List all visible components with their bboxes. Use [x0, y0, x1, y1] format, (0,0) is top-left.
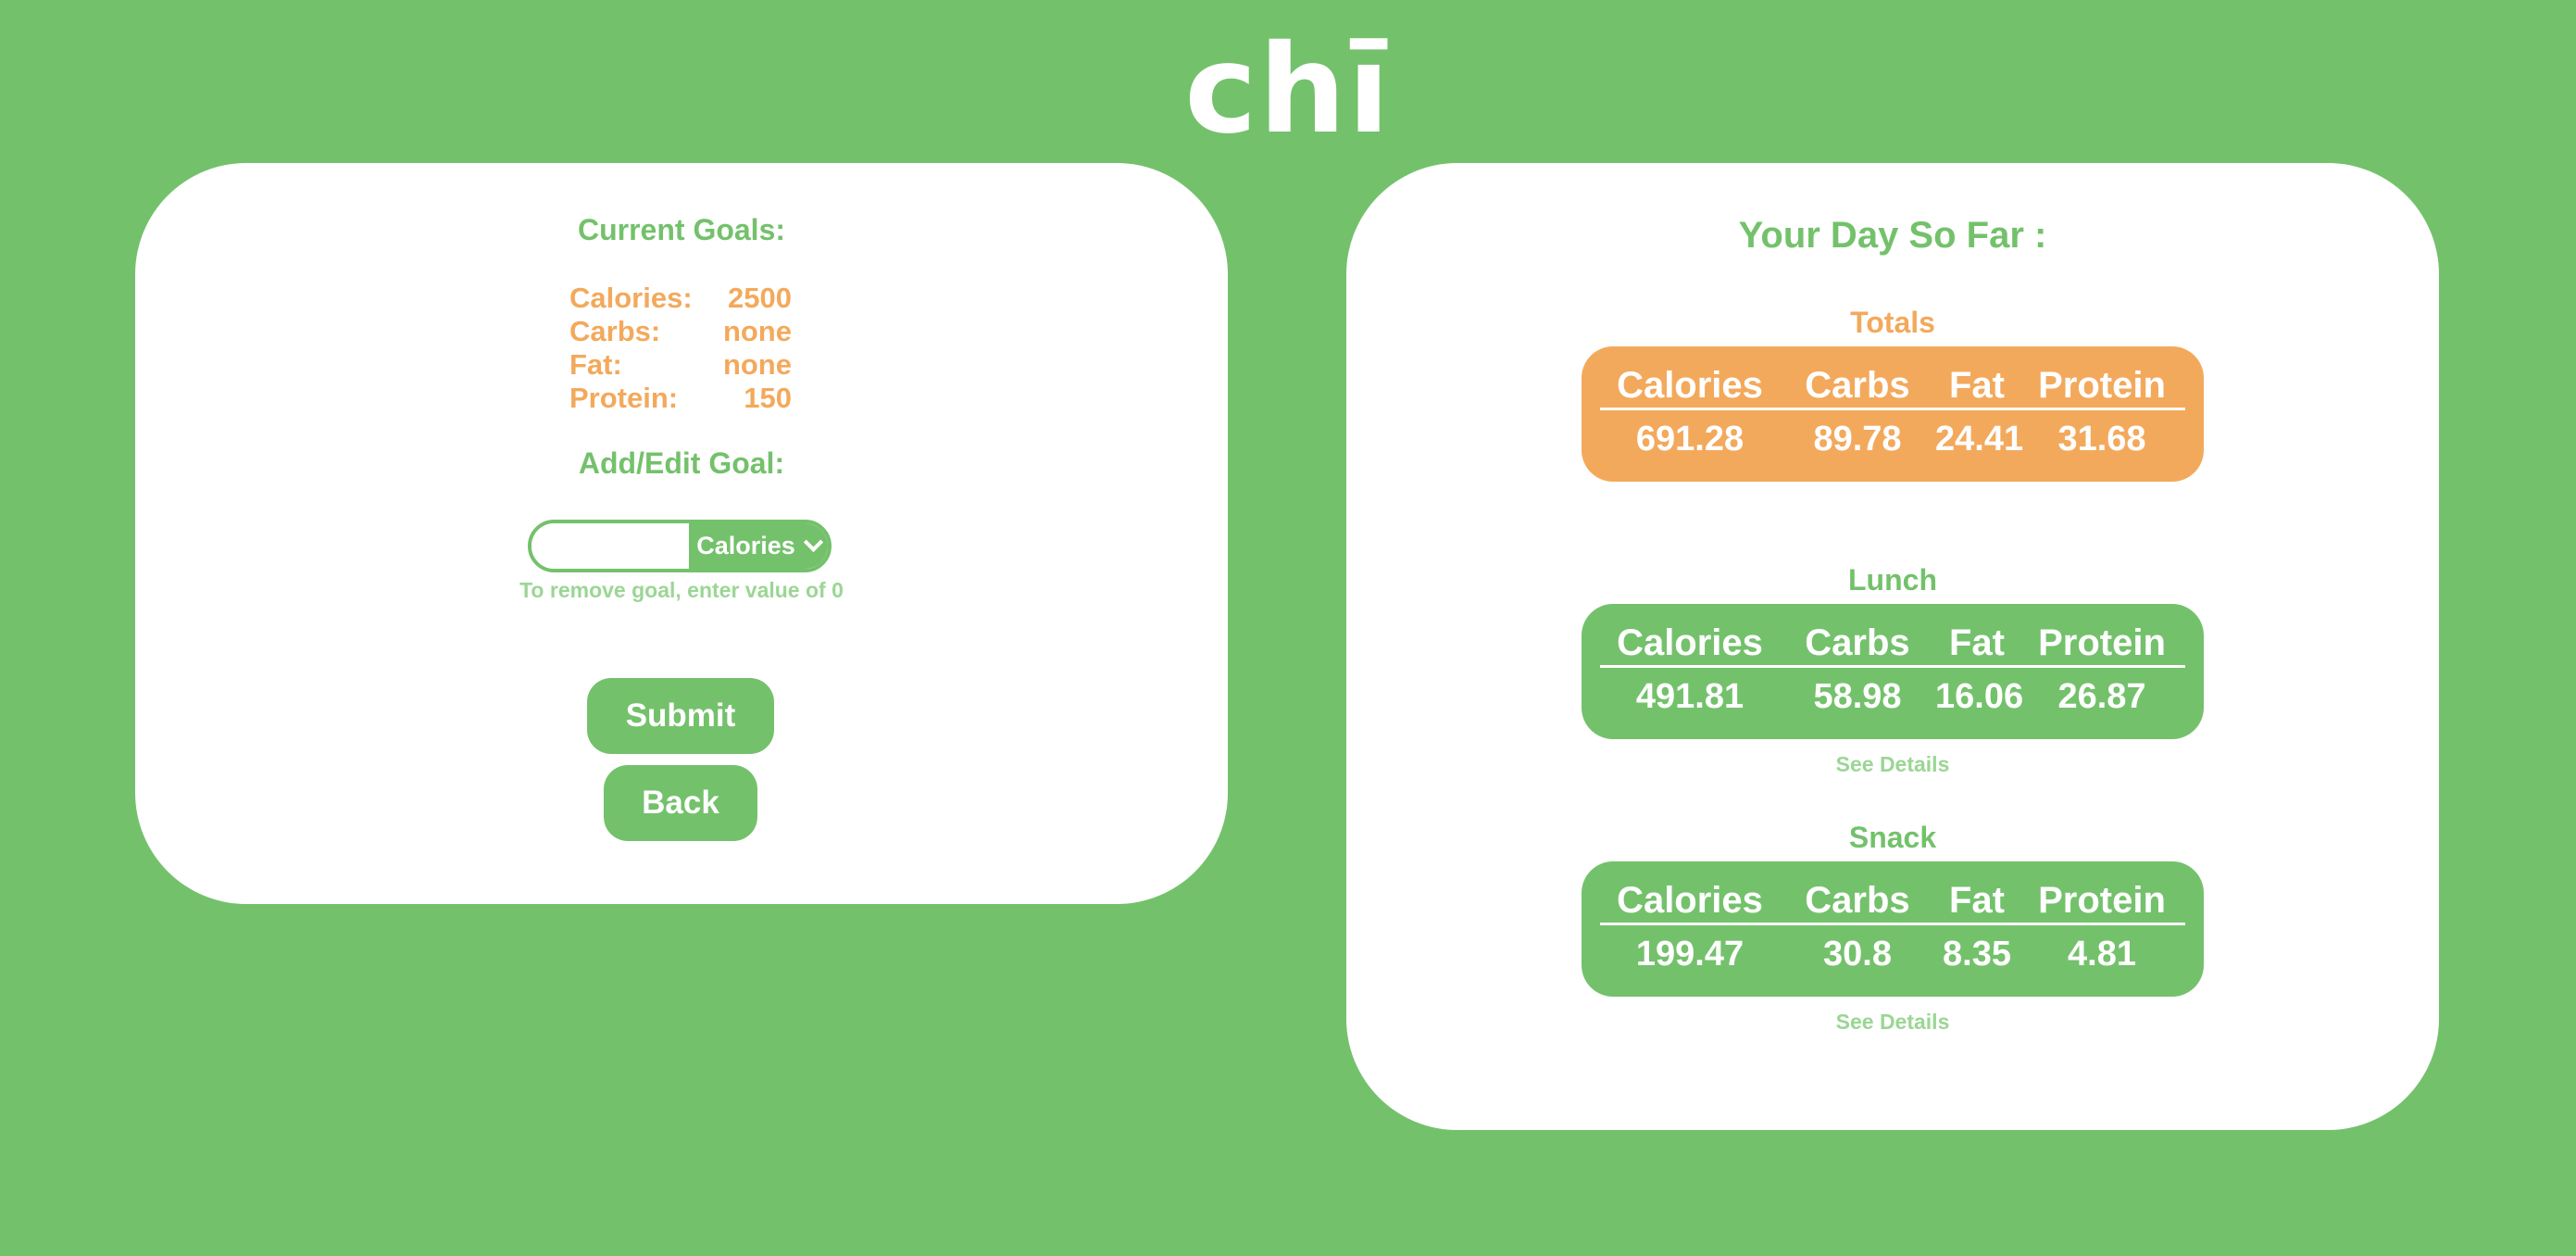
- header-protein: Protein: [2038, 622, 2166, 663]
- goal-label: Carbs:: [569, 315, 661, 347]
- totals-card: Calories Carbs Fat Protein 691.28 89.78 …: [1582, 346, 2204, 482]
- see-details-lunch-link[interactable]: See Details: [1346, 752, 2439, 777]
- goal-label: Calories:: [569, 282, 693, 314]
- goal-value-input[interactable]: [531, 523, 689, 569]
- goal-value: 2500: [728, 282, 792, 314]
- card-values-row: 491.81 58.98 16.06 26.87: [1600, 674, 2185, 719]
- remove-goal-hint: To remove goal, enter value of 0: [519, 578, 844, 602]
- header-protein: Protein: [2038, 880, 2166, 921]
- header-carbs: Carbs: [1805, 622, 1910, 663]
- value-carbs: 58.98: [1813, 677, 1902, 716]
- header-carbs: Carbs: [1805, 365, 1910, 406]
- submit-button[interactable]: Submit: [587, 678, 774, 754]
- goal-value: none: [722, 348, 792, 381]
- value-fat: 16.06: [1935, 677, 2024, 716]
- goal-value: none: [722, 315, 792, 347]
- see-details-snack-link[interactable]: See Details: [1346, 1010, 2439, 1035]
- goal-row-protein: Protein: 150: [569, 382, 792, 415]
- value-calories: 691.28: [1635, 420, 1744, 458]
- header-fat: Fat: [1949, 365, 2005, 406]
- goal-row-calories: Calories: 2500: [569, 282, 792, 315]
- meal-card-lunch: Calories Carbs Fat Protein 491.81 58.98 …: [1582, 604, 2204, 739]
- header-calories: Calories: [1617, 622, 1763, 663]
- value-protein: 31.68: [2057, 420, 2146, 458]
- goals-panel: Current Goals: Calories: 2500 Carbs: non…: [135, 163, 1228, 904]
- header-fat: Fat: [1949, 622, 2005, 663]
- goal-value: 150: [744, 382, 792, 414]
- current-goals-title: Current Goals:: [577, 213, 786, 246]
- chevron-down-icon: [803, 532, 823, 553]
- goal-label: Fat:: [569, 348, 622, 381]
- goal-row-fat: Fat: none: [569, 348, 792, 382]
- card-values-row: 199.47 30.8 8.35 4.81: [1600, 932, 2185, 976]
- value-calories: 491.81: [1635, 677, 1744, 716]
- value-calories: 199.47: [1635, 935, 1744, 973]
- meal-label-snack: Snack: [1848, 821, 1937, 854]
- header-calories: Calories: [1617, 880, 1763, 921]
- app-logo: chī: [1184, 19, 1392, 161]
- meal-card-snack: Calories Carbs Fat Protein 199.47 30.8 8…: [1582, 861, 2204, 997]
- current-goals-list: Calories: 2500 Carbs: none Fat: none Pro…: [569, 282, 792, 415]
- back-button[interactable]: Back: [604, 765, 757, 841]
- value-carbs: 89.78: [1813, 420, 1902, 458]
- goal-type-selected: Calories: [696, 532, 795, 559]
- value-protein: 4.81: [2068, 935, 2136, 973]
- add-edit-goal-title: Add/Edit Goal:: [578, 446, 785, 480]
- value-fat: 8.35: [1943, 935, 2011, 973]
- goal-label: Protein:: [569, 382, 679, 414]
- card-values-row: 691.28 89.78 24.41 31.68: [1600, 417, 2185, 461]
- goal-input-group: Calories: [528, 520, 832, 572]
- meal-label-lunch: Lunch: [1848, 563, 1937, 597]
- header-protein: Protein: [2038, 365, 2166, 406]
- goal-type-select[interactable]: Calories: [689, 523, 828, 569]
- header-carbs: Carbs: [1805, 880, 1910, 921]
- totals-label: Totals: [1850, 306, 1935, 339]
- card-header-row: Calories Carbs Fat Protein: [1600, 621, 2185, 668]
- card-header-row: Calories Carbs Fat Protein: [1600, 878, 2185, 925]
- header-fat: Fat: [1949, 880, 2005, 921]
- day-summary-title: Your Day So Far :: [1738, 215, 2047, 256]
- header-calories: Calories: [1617, 365, 1763, 406]
- value-carbs: 30.8: [1823, 935, 1892, 973]
- card-header-row: Calories Carbs Fat Protein: [1600, 363, 2185, 410]
- value-fat: 24.41: [1935, 420, 2024, 458]
- value-protein: 26.87: [2057, 677, 2146, 716]
- day-summary-panel: Your Day So Far : Totals Calories Carbs …: [1346, 163, 2439, 1130]
- goal-row-carbs: Carbs: none: [569, 315, 792, 348]
